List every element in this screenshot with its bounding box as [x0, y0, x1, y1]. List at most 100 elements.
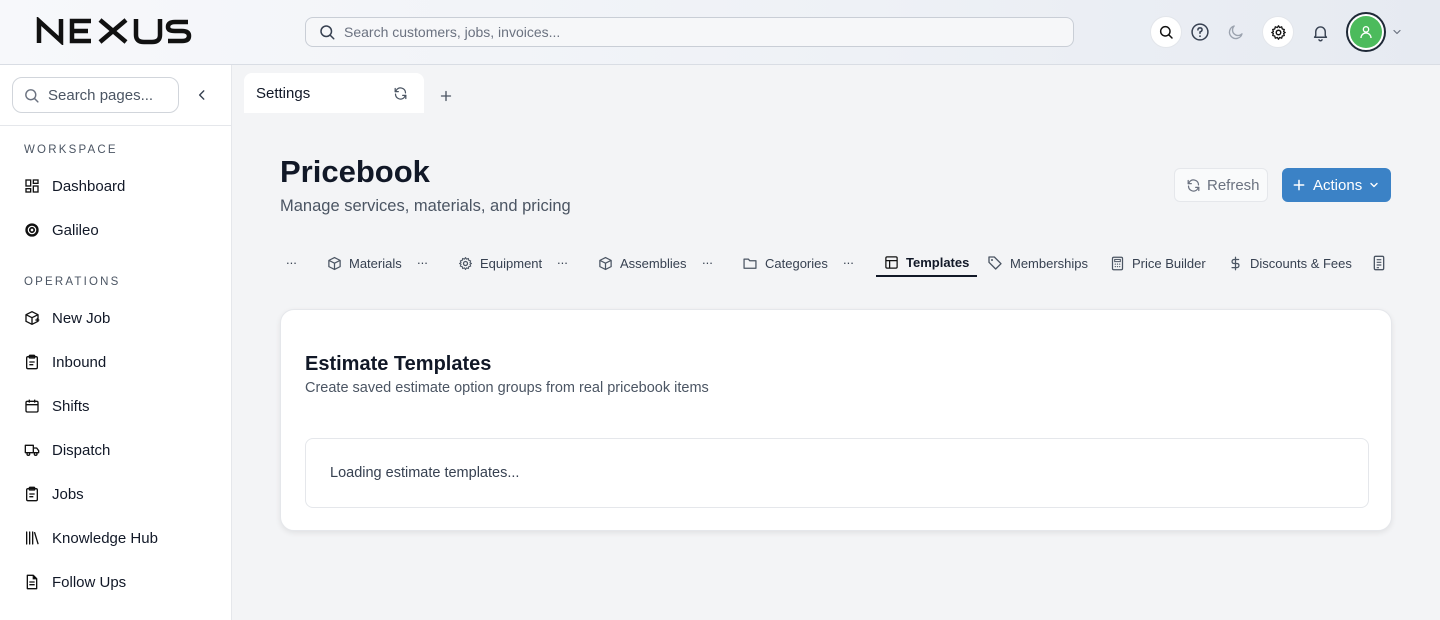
subtab-more[interactable] — [1371, 249, 1394, 277]
sidebar: WORKSPACE Dashboard Galileo OPERATIONS N… — [0, 65, 232, 620]
sidebar-item-label: Shifts — [52, 397, 90, 415]
calendar-icon — [24, 398, 40, 414]
subtab-categories[interactable]: Categories — [742, 249, 828, 277]
refresh-icon — [1187, 178, 1200, 192]
loading-text: Loading estimate templates... — [330, 465, 520, 481]
brand-logo[interactable] — [36, 17, 226, 45]
chevron-down-icon — [1370, 182, 1378, 188]
tab-overflow-ellipsis: ... — [843, 252, 854, 267]
bell-icon — [1313, 25, 1327, 41]
subtab-label: Equipment — [480, 255, 543, 271]
tab-label: Settings — [256, 84, 311, 102]
subtab-assemblies[interactable]: Assemblies — [598, 249, 686, 277]
calculator-icon — [1110, 256, 1125, 271]
search-icon — [25, 88, 39, 103]
sidebar-item-knowledge-hub[interactable]: Knowledge Hub — [16, 520, 216, 556]
search-button[interactable] — [1150, 16, 1182, 48]
grid-icon — [24, 178, 40, 194]
plus-icon — [440, 90, 452, 102]
subtab-templates[interactable]: Templates — [876, 249, 978, 277]
gear-icon — [1270, 24, 1286, 40]
moon-icon — [1228, 25, 1243, 40]
refresh-icon — [394, 87, 407, 100]
global-search-input[interactable] — [344, 24, 1044, 40]
subtab-discounts-fees[interactable]: Discounts & Fees — [1228, 249, 1352, 277]
notifications-button[interactable] — [1304, 16, 1336, 48]
section-label-operations: OPERATIONS — [24, 276, 121, 288]
subtab-label: Materials — [349, 255, 402, 271]
user-avatar-button[interactable] — [1346, 12, 1386, 52]
folder-icon — [742, 256, 758, 271]
sidebar-search[interactable] — [12, 77, 179, 113]
box-icon — [598, 256, 613, 271]
sidebar-item-label: Knowledge Hub — [52, 529, 158, 547]
global-search-bar[interactable] — [305, 17, 1074, 47]
tab-overflow-ellipsis: ... — [557, 252, 568, 267]
subtab-memberships[interactable]: Memberships — [987, 249, 1088, 277]
subtab-label: Price Builder — [1132, 255, 1206, 271]
search-icon — [320, 25, 335, 40]
nexus-logo — [36, 17, 192, 45]
sidebar-collapse-button[interactable] — [192, 85, 212, 105]
tab-refresh-button[interactable] — [393, 86, 408, 101]
plus-icon — [1293, 179, 1305, 191]
sidebar-item-label: New Job — [52, 309, 111, 327]
add-tab-button[interactable] — [437, 87, 455, 105]
sidebar-divider — [0, 125, 231, 126]
tag-icon — [987, 255, 1003, 271]
sidebar-item-label: Galileo — [52, 221, 99, 239]
clipboard-icon — [24, 486, 40, 502]
sidebar-item-label: Jobs — [52, 485, 84, 503]
subtab-materials[interactable]: Materials — [327, 249, 402, 277]
chevron-left-icon — [198, 90, 205, 100]
estimate-templates-card: Estimate Templates Create saved estimate… — [280, 309, 1392, 531]
subtab-label: Discounts & Fees — [1250, 255, 1352, 271]
tab-overflow-ellipsis: ... — [286, 252, 297, 267]
new-job-icon — [24, 310, 40, 326]
box-icon — [327, 256, 342, 271]
card-description: Create saved estimate option groups from… — [305, 380, 709, 396]
chevron-down-icon — [1393, 29, 1401, 35]
card-title: Estimate Templates — [305, 353, 492, 375]
subtab-label: Assemblies — [620, 255, 687, 271]
settings-button[interactable] — [1262, 16, 1294, 48]
tab-settings[interactable]: Settings — [244, 73, 424, 113]
user-icon — [1360, 26, 1372, 39]
section-label-workspace: WORKSPACE — [24, 144, 118, 156]
sidebar-item-dispatch[interactable]: Dispatch — [16, 432, 216, 468]
galileo-icon — [24, 222, 40, 238]
template-icon — [884, 255, 899, 270]
sidebar-item-shifts[interactable]: Shifts — [16, 388, 216, 424]
sidebar-item-inbound[interactable]: Inbound — [16, 344, 216, 380]
top-bar — [0, 0, 1440, 65]
page-title: Pricebook — [280, 154, 430, 189]
actions-dropdown-button[interactable]: Actions — [1282, 168, 1391, 202]
user-menu-caret[interactable] — [1391, 26, 1403, 38]
subtab-equipment[interactable]: Equipment — [458, 249, 542, 277]
library-icon — [24, 530, 40, 546]
refresh-button[interactable]: Refresh — [1174, 168, 1268, 202]
actions-button-label: Actions — [1313, 176, 1363, 194]
help-button[interactable] — [1184, 16, 1216, 48]
file-icon — [24, 574, 40, 590]
subtab-label: Memberships — [1010, 255, 1089, 271]
subtab-label: Categories — [765, 255, 828, 271]
sidebar-item-galileo[interactable]: Galileo — [16, 212, 216, 248]
truck-icon — [24, 442, 40, 458]
sidebar-item-label: Follow Ups — [52, 573, 127, 591]
sidebar-item-new-job[interactable]: New Job — [16, 300, 216, 336]
sidebar-item-dashboard[interactable]: Dashboard — [16, 168, 216, 204]
search-icon — [1159, 25, 1173, 39]
sidebar-item-jobs[interactable]: Jobs — [16, 476, 216, 512]
refresh-button-label: Refresh — [1207, 176, 1260, 194]
tab-overflow-ellipsis: ... — [702, 252, 713, 267]
subtab-label: Templates — [906, 254, 970, 270]
sidebar-item-follow-ups[interactable]: Follow Ups — [16, 564, 216, 600]
sidebar-item-label: Dispatch — [52, 441, 111, 459]
theme-toggle-button[interactable] — [1220, 16, 1252, 48]
sidebar-item-label: Dashboard — [52, 177, 126, 195]
subtab-price-builder[interactable]: Price Builder — [1110, 249, 1206, 277]
dollar-icon — [1228, 256, 1243, 271]
sidebar-search-input[interactable] — [48, 86, 168, 104]
tab-overflow-ellipsis: ... — [417, 252, 428, 267]
